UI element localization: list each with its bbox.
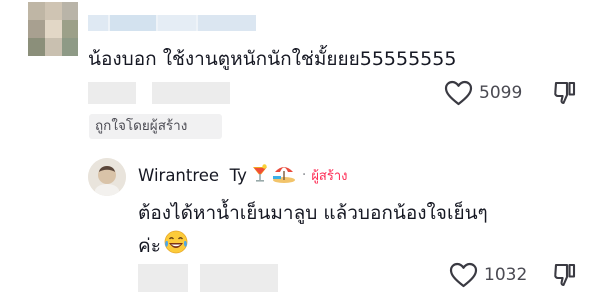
pixelated-username bbox=[88, 15, 256, 31]
reply-header: Wirantree Ty · ผู้สร้าง bbox=[138, 164, 348, 186]
reply-reply-button-blurred[interactable] bbox=[200, 264, 278, 292]
thumbs-down-icon[interactable] bbox=[553, 262, 577, 292]
reply-author-name[interactable]: Wirantree Ty bbox=[138, 166, 247, 185]
liked-by-creator-badge: ถูกใจโดยผู้สร้าง bbox=[89, 114, 222, 139]
beach-umbrella-emoji bbox=[272, 163, 296, 187]
reply-text-line2-wrap: ค่ะ bbox=[138, 229, 189, 262]
creator-label: ผู้สร้าง bbox=[311, 168, 348, 184]
heart-icon[interactable] bbox=[444, 80, 473, 106]
comment-text: น้องบอก ใช้งานตูหนักนักใช่มั้ยยย55555555 bbox=[88, 48, 457, 70]
like-count: 5099 bbox=[479, 83, 523, 103]
avatar[interactable] bbox=[28, 2, 78, 56]
reply-date-blurred bbox=[138, 264, 188, 292]
separator-dot: · bbox=[301, 167, 307, 183]
author-name-blurred[interactable] bbox=[88, 12, 256, 34]
reply-like-count: 1032 bbox=[484, 265, 528, 285]
laughing-tears-emoji bbox=[163, 229, 189, 262]
reply-avatar-image bbox=[88, 158, 126, 196]
reply-text-line1: ต้องได้หาน้ำเย็นมาลูบ แล้วบอกน้องใจเย็นๆ bbox=[138, 202, 488, 224]
cocktail-emoji bbox=[251, 163, 269, 187]
reply-button-blurred[interactable] bbox=[152, 82, 230, 104]
pixelated-avatar bbox=[28, 2, 78, 56]
heart-icon[interactable] bbox=[449, 262, 478, 288]
thumbs-down-icon[interactable] bbox=[553, 80, 577, 110]
reply-like-action[interactable]: 1032 bbox=[449, 260, 527, 290]
reply-text-line2: ค่ะ bbox=[138, 234, 161, 257]
reply-avatar[interactable] bbox=[88, 158, 126, 196]
comment-date-blurred bbox=[88, 82, 136, 104]
like-action[interactable]: 5099 bbox=[444, 78, 522, 108]
